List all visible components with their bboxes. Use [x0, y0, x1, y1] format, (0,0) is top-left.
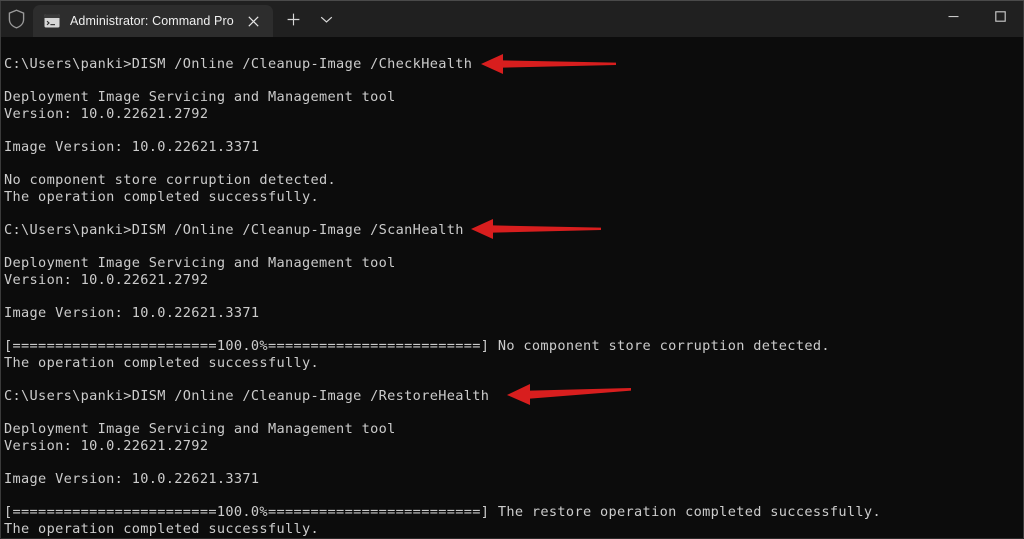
command-prompt-window: Administrator: Command Pro C:\Users\pank… [0, 0, 1024, 539]
terminal-output-area[interactable]: C:\Users\panki>DISM /Online /Cleanup-Ima… [0, 37, 1024, 539]
caption-button-group[interactable] [930, 0, 1024, 32]
title-bar[interactable]: Administrator: Command Pro [0, 0, 1024, 37]
tab-strip[interactable]: Administrator: Command Pro [33, 0, 1024, 37]
minimize-button[interactable] [930, 0, 977, 32]
shield-icon [0, 0, 33, 37]
tab-title: Administrator: Command Pro [70, 14, 234, 28]
new-tab-button[interactable] [279, 4, 309, 34]
chevron-down-icon[interactable] [312, 4, 342, 34]
tab-administrator-command-prompt[interactable]: Administrator: Command Pro [33, 5, 273, 37]
console-icon [44, 14, 60, 28]
maximize-button[interactable] [977, 0, 1024, 32]
console-text: C:\Users\panki>DISM /Online /Cleanup-Ima… [4, 56, 881, 537]
close-icon[interactable] [241, 9, 267, 33]
